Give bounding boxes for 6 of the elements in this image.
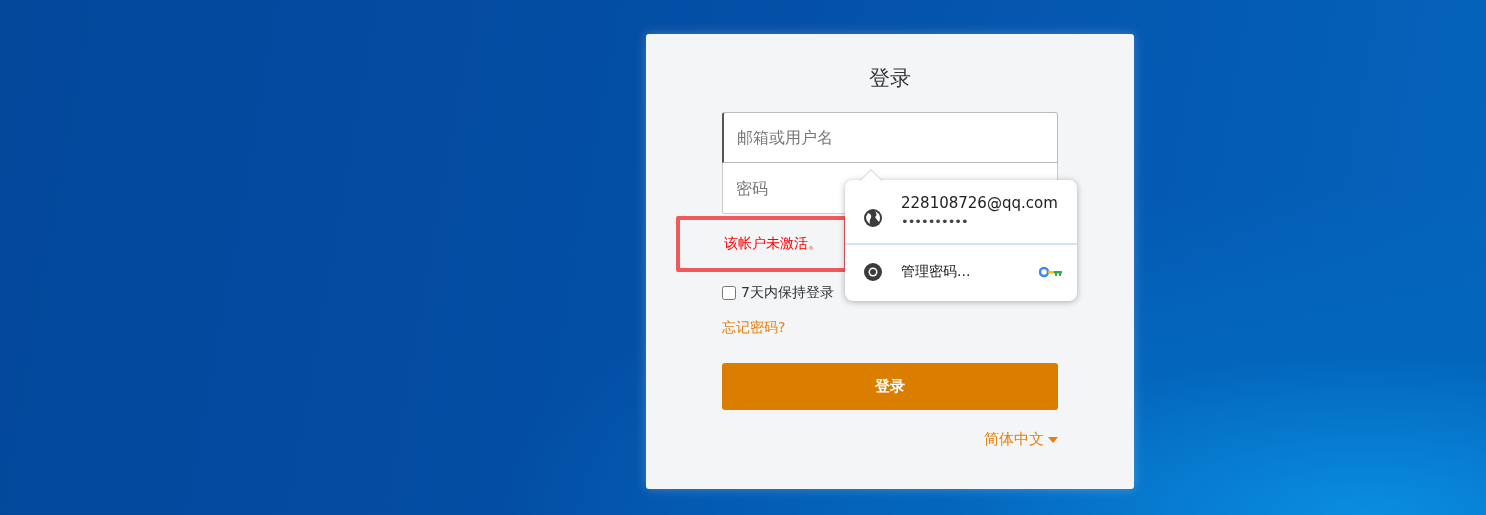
saved-username: 228108726@qq.com bbox=[901, 194, 1058, 212]
login-title: 登录 bbox=[869, 65, 911, 92]
error-message: 该帐户未激活。 bbox=[724, 235, 822, 253]
saved-password: •••••••••• bbox=[901, 214, 969, 229]
remember-label: 7天内保持登录 bbox=[741, 284, 834, 302]
manage-passwords-label: 管理密码... bbox=[901, 263, 972, 281]
